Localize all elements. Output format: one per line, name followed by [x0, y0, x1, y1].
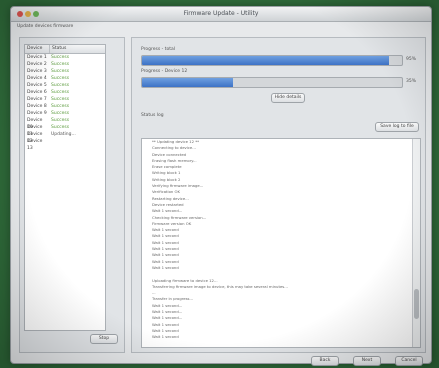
window-subtitle: Update devices firmware	[17, 24, 74, 29]
log-content: ** Updating device 12 ** Connecting to de…	[142, 139, 420, 341]
device-status-cell: Success	[51, 125, 70, 130]
device-table: Device Status Device 1 Success Device 2 Suc…	[24, 44, 106, 331]
table-row[interactable]: Device 10 Success	[25, 117, 105, 130]
hide-details-button[interactable]: Hide details	[271, 93, 305, 103]
table-row[interactable]: Device 12 Updating...	[25, 131, 105, 144]
cancel-button[interactable]: Cancel	[395, 356, 423, 366]
device-name-cell: Device 13	[27, 139, 43, 151]
device-status-cell: Success	[51, 118, 70, 123]
column-header-device[interactable]: Device	[25, 45, 50, 53]
table-row[interactable]: Device 7 Success	[25, 96, 105, 103]
back-button[interactable]: Back	[311, 356, 339, 366]
device-name-cell: Device 5	[27, 83, 47, 88]
device-status-cell: Success	[51, 83, 70, 88]
table-row[interactable]: Device 6 Success	[25, 89, 105, 96]
total-progress-fill	[142, 56, 389, 65]
device-progress-label: Progress - Device 12	[141, 69, 188, 74]
table-row[interactable]: Device 3 Success	[25, 68, 105, 75]
table-row[interactable]: Device 8 Success	[25, 103, 105, 110]
device-status-cell: Updating...	[51, 132, 76, 137]
device-status-cell: Success	[51, 97, 70, 102]
table-row[interactable]: Device 13	[25, 138, 105, 151]
table-row[interactable]: Device 1 Success	[25, 54, 105, 61]
device-status-cell: Success	[51, 62, 70, 67]
title-bar[interactable]: Firmware Update - Utility	[11, 7, 431, 22]
device-status-cell: Success	[51, 76, 70, 81]
device-name-cell: Device 1	[27, 55, 47, 60]
device-progress-fill	[142, 78, 233, 87]
app-window: Firmware Update - Utility Update devices…	[10, 6, 432, 366]
log-line: Wait 1 second	[152, 334, 179, 340]
device-name-cell: Device 7	[27, 97, 47, 102]
device-table-header: Device Status	[25, 45, 105, 54]
log-scroll-thumb[interactable]	[414, 289, 419, 319]
device-name-cell: Device 2	[27, 62, 47, 67]
total-progress-percent: 95%	[406, 57, 417, 62]
device-status-cell: Success	[51, 55, 70, 60]
table-row[interactable]: Device 5 Success	[25, 82, 105, 89]
table-row[interactable]: Device 2 Success	[25, 61, 105, 68]
progress-panel: Progress - total 95% Progress - Device 1…	[131, 37, 426, 353]
device-name-cell: Device 8	[27, 104, 47, 109]
column-header-status[interactable]: Status	[50, 45, 66, 53]
total-progress-bar	[141, 55, 403, 66]
next-button[interactable]: Next	[353, 356, 381, 366]
device-name-cell: Device 12	[27, 132, 43, 144]
device-name-cell: Device 9	[27, 111, 47, 116]
device-progress-bar	[141, 77, 403, 88]
total-progress-label: Progress - total	[141, 47, 175, 52]
table-row[interactable]: Device 9 Success	[25, 110, 105, 117]
device-status-cell	[49, 138, 51, 145]
device-name-cell: Device 11	[27, 125, 43, 137]
table-row[interactable]: Device 11 Success	[25, 124, 105, 137]
device-panel: Device Status Device 1 Success Device 2 Suc…	[19, 37, 125, 353]
device-status-cell: Success	[51, 69, 70, 74]
table-row[interactable]: Device 4 Success	[25, 75, 105, 82]
status-log-textarea[interactable]: ** Updating device 12 ** Connecting to de…	[141, 138, 421, 348]
device-name-cell: Device 6	[27, 90, 47, 95]
device-name-cell: Device 4	[27, 76, 47, 81]
device-status-cell: Success	[51, 104, 70, 109]
window-title: Firmware Update - Utility	[183, 10, 259, 17]
stop-button[interactable]: Stop	[90, 334, 118, 344]
device-name-cell: Device 3	[27, 69, 47, 74]
device-status-cell: Success	[51, 111, 70, 116]
status-log-label: Status log	[141, 113, 164, 118]
device-progress-percent: 35%	[406, 79, 417, 84]
device-status-cell: Success	[51, 90, 70, 95]
device-name-cell: Device 10	[27, 118, 43, 130]
log-scrollbar[interactable]	[412, 139, 420, 347]
save-log-button[interactable]: Save log to file	[375, 122, 419, 132]
device-table-body: Device 1 Success Device 2 Success Device 3 Su…	[25, 54, 105, 151]
